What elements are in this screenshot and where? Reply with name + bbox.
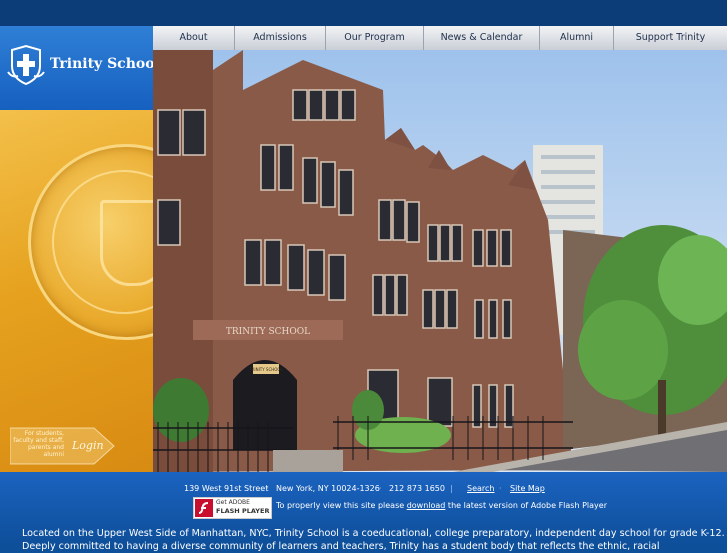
sitemap-link[interactable]: Site Map: [510, 484, 545, 493]
nav-admissions[interactable]: Admissions: [235, 26, 326, 50]
separator-dot: ·: [379, 484, 382, 493]
nav-news-calendar[interactable]: News & Calendar: [424, 26, 540, 50]
get-flash-player-badge[interactable]: Get ADOBE FLASH PLAYER: [193, 497, 272, 519]
separator-dot: ·: [266, 484, 269, 493]
seal-shield-icon: [100, 200, 153, 286]
nav-our-program[interactable]: Our Program: [326, 26, 424, 50]
flash-badge-bottom: FLASH PLAYER: [216, 507, 270, 515]
nav-about[interactable]: About: [153, 26, 235, 50]
school-name: Trinity School: [50, 56, 160, 72]
flash-badge-top: Get ADOBE: [216, 499, 250, 506]
login-button[interactable]: Login: [72, 439, 104, 452]
nav-alumni[interactable]: Alumni: [540, 26, 614, 50]
separator-dot: ·: [499, 484, 502, 493]
search-link[interactable]: Search: [467, 484, 494, 493]
flash-notice-post: the latest version of Adobe Flash Player: [445, 501, 607, 510]
hero-photo: TRINITY SCHOOL TRINITY SCHOOL: [153, 50, 727, 472]
street-address: 139 West 91st Street: [184, 484, 269, 493]
login-note: For students, faculty and staff, parents…: [13, 430, 64, 458]
description-line-2: Deeply committed to having a diverse com…: [22, 541, 660, 552]
school-description: Located on the Upper West Side of Manhat…: [22, 527, 725, 553]
school-crest-icon: [7, 44, 45, 86]
nav-support-trinity[interactable]: Support Trinity: [614, 26, 727, 50]
top-bar: [0, 0, 727, 26]
school-building-image: TRINITY SCHOOL TRINITY SCHOOL: [153, 50, 727, 472]
flash-logo-icon: [195, 499, 213, 517]
seal-panel: For students, faculty and staff, parents…: [0, 110, 153, 472]
city-address: New York, NY 10024-1326: [276, 484, 380, 493]
phone-number: 212 873 1650: [389, 484, 445, 493]
door-sign: TRINITY SCHOOL: [248, 367, 283, 372]
description-line-1: Located on the Upper West Side of Manhat…: [22, 528, 725, 539]
main-nav: About Admissions Our Program News & Cale…: [153, 26, 727, 51]
download-link[interactable]: download: [407, 501, 446, 510]
flash-notice-pre: To properly view this site please: [276, 501, 407, 510]
separator-bar: |: [450, 484, 453, 493]
flash-notice: To properly view this site please downlo…: [276, 501, 607, 510]
brand-header[interactable]: Trinity School: [0, 26, 160, 111]
building-sign: TRINITY SCHOOL: [226, 327, 310, 337]
